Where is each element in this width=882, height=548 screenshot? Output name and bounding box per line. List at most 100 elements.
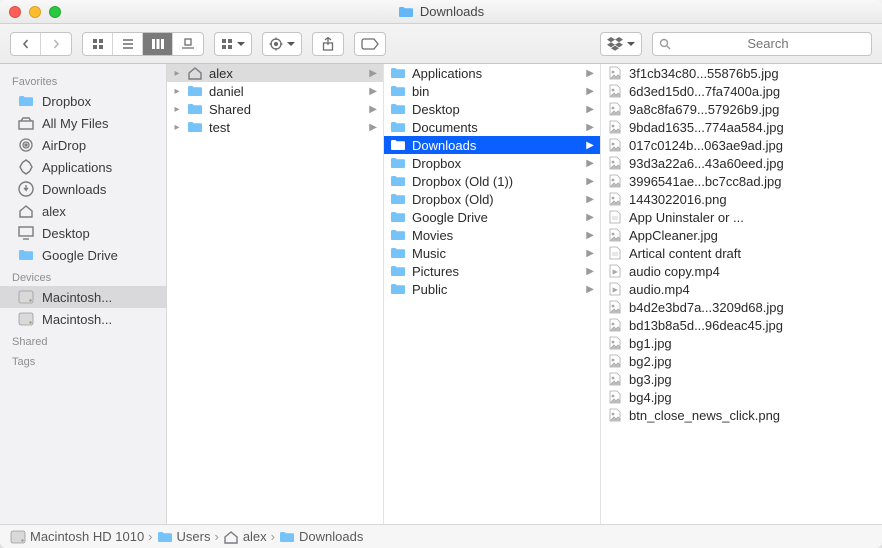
tags-button[interactable] [354,32,386,56]
row-label: bg2.jpg [629,354,876,369]
column-row[interactable]: App Uninstaler or ... [601,208,882,226]
view-list[interactable] [113,33,143,55]
row-label: audio.mp4 [629,282,876,297]
row-label: 9bdad1635...774aa584.jpg [629,120,876,135]
column-row[interactable]: bg3.jpg [601,370,882,388]
column-row[interactable]: 9a8c8fa679...57926b9.jpg [601,100,882,118]
column-row[interactable]: bg1.jpg [601,334,882,352]
row-label: alex [209,66,363,81]
row-label: 6d3ed15d0...7fa7400a.jpg [629,84,876,99]
action-menu[interactable] [262,32,302,56]
folder-icon [390,246,406,260]
column-row[interactable]: Applications▶ [384,64,600,82]
folder-icon [390,174,406,188]
column-row[interactable]: 3996541ae...bc7cc8ad.jpg [601,172,882,190]
sidebar-item-label: Google Drive [42,248,118,263]
column-row[interactable]: Dropbox (Old (1))▶ [384,172,600,190]
column-row[interactable]: ▸alex▶ [167,64,383,82]
view-columns[interactable] [143,33,173,55]
column-row[interactable]: btn_close_news_click.png [601,406,882,424]
sidebar-item[interactable]: All My Files [0,112,166,134]
window-title: Downloads [398,4,484,19]
column-row[interactable]: bg4.jpg [601,388,882,406]
home-icon [223,530,239,544]
column-row[interactable]: 017c0124b...063ae9ad.jpg [601,136,882,154]
sidebar-item[interactable]: Macintosh... [0,308,166,330]
sidebar-item[interactable]: Macintosh... [0,286,166,308]
folder-icon [157,530,173,544]
column-row[interactable]: 1443022016.png [601,190,882,208]
column-row[interactable]: Google Drive▶ [384,208,600,226]
dropbox-button[interactable] [600,32,642,56]
column-row[interactable]: bin▶ [384,82,600,100]
sidebar-item[interactable]: Google Drive [0,244,166,266]
row-label: test [209,120,363,135]
column-row[interactable]: 3f1cb34c80...55876b5.jpg [601,64,882,82]
column-row[interactable]: bg2.jpg [601,352,882,370]
view-icon-grid[interactable] [83,33,113,55]
sidebar-item[interactable]: alex [0,200,166,222]
sidebar-item[interactable]: Desktop [0,222,166,244]
path-item[interactable]: Users [157,529,211,544]
column[interactable]: Applications▶bin▶Desktop▶Documents▶Downl… [384,64,601,524]
main-area: FavoritesDropboxAll My FilesAirDropAppli… [0,64,882,524]
back-button[interactable] [11,33,41,55]
row-label: Applications [412,66,580,81]
row-label: Google Drive [412,210,580,225]
image-icon [607,84,623,98]
row-label: Movies [412,228,580,243]
sidebar-item[interactable]: Downloads [0,178,166,200]
column-row[interactable]: bd13b8a5d...96deac45.jpg [601,316,882,334]
column-row[interactable]: audio copy.mp4 [601,262,882,280]
path-item[interactable]: Macintosh HD 1010 [10,529,144,544]
column-row[interactable]: Desktop▶ [384,100,600,118]
path-item[interactable]: Downloads [279,529,363,544]
column-row[interactable]: audio.mp4 [601,280,882,298]
image-icon [607,300,623,314]
column[interactable]: ▸alex▶▸daniel▶▸Shared▶▸test▶ [167,64,384,524]
search-field[interactable] [652,32,872,56]
close-window[interactable] [9,6,21,18]
row-label: bg3.jpg [629,372,876,387]
chevron-right-icon: ▶ [586,86,594,97]
column-row[interactable]: Music▶ [384,244,600,262]
column-row[interactable]: ▸Shared▶ [167,100,383,118]
column-row[interactable]: Movies▶ [384,226,600,244]
row-label: AppCleaner.jpg [629,228,876,243]
home-icon [18,203,34,219]
column-row[interactable]: 9bdad1635...774aa584.jpg [601,118,882,136]
sidebar-item[interactable]: AirDrop [0,134,166,156]
row-label: Pictures [412,264,580,279]
folder-icon [390,120,406,134]
column-row[interactable]: ▸test▶ [167,118,383,136]
column[interactable]: 3f1cb34c80...55876b5.jpg 6d3ed15d0...7fa7… [601,64,882,524]
column-row[interactable]: AppCleaner.jpg [601,226,882,244]
sidebar-item[interactable]: Applications [0,156,166,178]
column-row[interactable]: Artical content draft [601,244,882,262]
search-icon [659,38,671,50]
column-row[interactable]: 93d3a22a6...43a60eed.jpg [601,154,882,172]
view-coverflow[interactable] [173,33,203,55]
folder-icon [18,247,34,263]
column-row[interactable]: Public▶ [384,280,600,298]
zoom-window[interactable] [49,6,61,18]
chevron-right-icon: ▶ [369,68,377,79]
path-bar: Macintosh HD 1010›Users›alex›Downloads [0,524,882,548]
column-row[interactable]: ▸daniel▶ [167,82,383,100]
forward-button[interactable] [41,33,71,55]
chevron-right-icon: ▶ [369,104,377,115]
column-row[interactable]: 6d3ed15d0...7fa7400a.jpg [601,82,882,100]
search-input[interactable] [671,36,865,51]
column-row[interactable]: Pictures▶ [384,262,600,280]
arrange-menu[interactable] [214,32,252,56]
column-row[interactable]: Dropbox▶ [384,154,600,172]
share-button[interactable] [312,32,344,56]
column-row[interactable]: Downloads▶ [384,136,600,154]
path-item[interactable]: alex [223,529,267,544]
column-row[interactable]: b4d2e3bd7a...3209d68.jpg [601,298,882,316]
row-label: btn_close_news_click.png [629,408,876,423]
minimize-window[interactable] [29,6,41,18]
column-row[interactable]: Documents▶ [384,118,600,136]
sidebar-item[interactable]: Dropbox [0,90,166,112]
column-row[interactable]: Dropbox (Old)▶ [384,190,600,208]
